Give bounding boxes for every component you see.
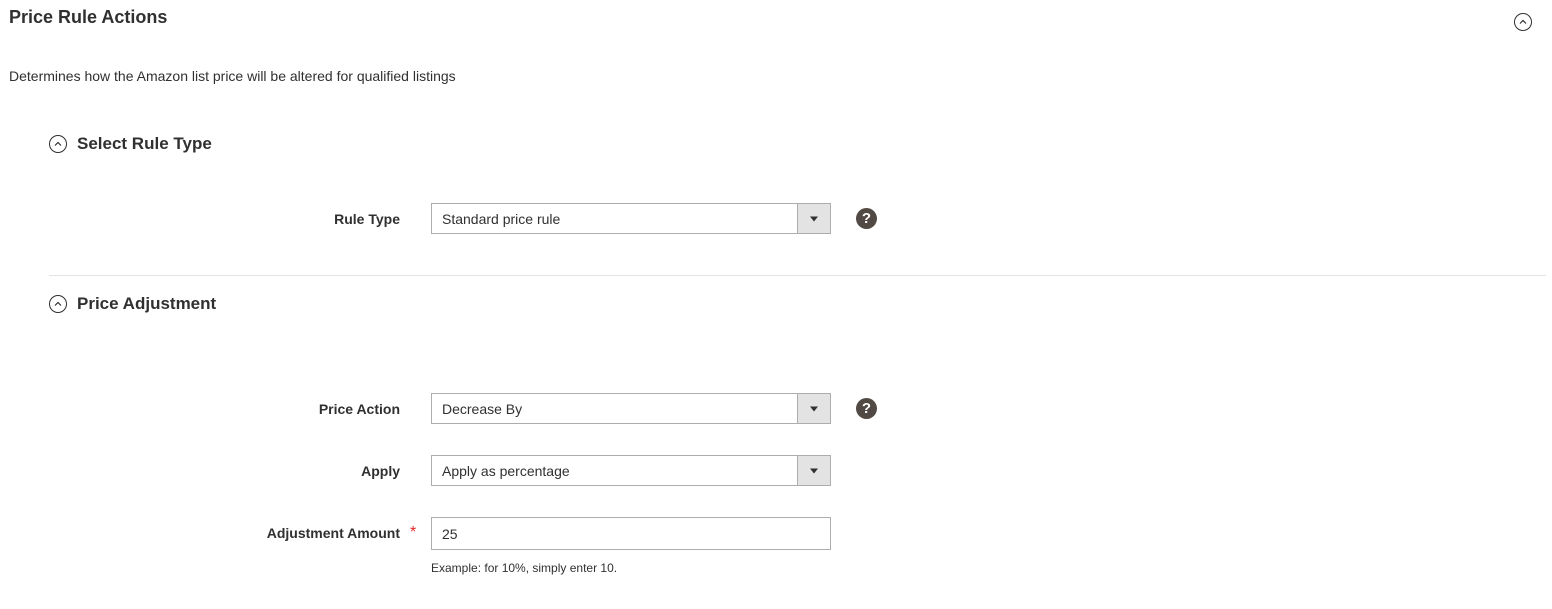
section-toggle-price-adjustment[interactable]: Price Adjustment <box>49 294 216 314</box>
apply-value: Apply as percentage <box>442 462 570 479</box>
price-action-help-icon[interactable]: ? <box>856 398 877 419</box>
panel-collapse-button[interactable] <box>1514 13 1532 31</box>
triangle-down-icon <box>797 456 830 485</box>
adjustment-amount-note: Example: for 10%, simply enter 10. <box>431 561 618 575</box>
chevron-up-circle-icon <box>49 135 67 153</box>
chevron-up-circle-icon <box>49 295 67 313</box>
apply-select[interactable]: Apply as percentage <box>431 455 831 486</box>
adjustment-amount-input[interactable] <box>431 517 831 550</box>
panel-title: Price Rule Actions <box>9 7 168 27</box>
rule-type-label: Rule Type <box>334 211 400 227</box>
section-title-price-adjustment: Price Adjustment <box>77 294 217 313</box>
triangle-down-icon <box>797 204 830 233</box>
section-divider <box>49 275 1546 276</box>
price-action-label: Price Action <box>318 401 400 417</box>
apply-label: Apply <box>361 463 400 479</box>
adjustment-amount-label: Adjustment Amount <box>266 525 400 541</box>
rule-type-help-icon[interactable]: ? <box>856 208 877 229</box>
chevron-up-icon <box>1519 19 1527 24</box>
triangle-down-icon <box>797 394 830 423</box>
price-action-select[interactable]: Decrease By <box>431 393 831 424</box>
rule-type-select[interactable]: Standard price rule <box>431 203 831 234</box>
rule-type-value: Standard price rule <box>442 210 561 227</box>
required-marker: * <box>410 524 417 541</box>
section-title-rule-type: Select Rule Type <box>77 134 212 153</box>
section-toggle-rule-type[interactable]: Select Rule Type <box>49 134 212 154</box>
price-action-value: Decrease By <box>442 400 523 417</box>
panel-description: Determines how the Amazon list price wil… <box>9 68 456 84</box>
